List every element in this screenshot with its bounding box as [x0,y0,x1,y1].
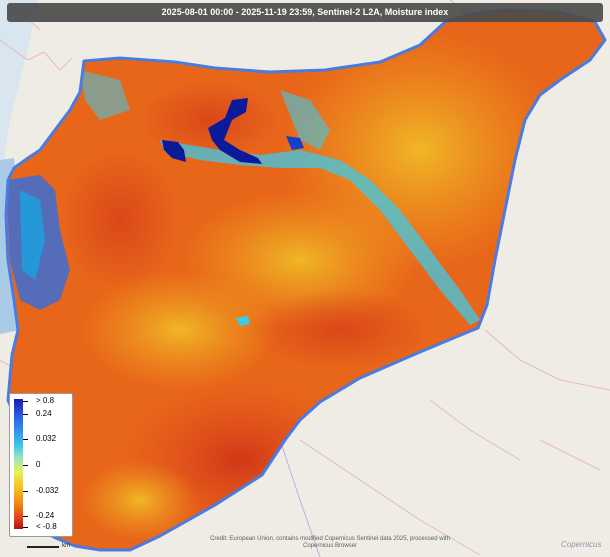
copernicus-logo: Copernicus [561,540,602,549]
legend-tick [23,414,28,415]
legend-tick [23,491,28,492]
scale-bar: km [27,543,75,551]
map-title: 2025-08-01 00:00 - 2025-11-19 23:59, Sen… [7,3,603,22]
legend-label-max: > 0.8 [36,396,55,405]
legend-color-ramp [14,399,23,529]
legend-label-neg0032: -0.032 [36,486,59,495]
legend-label-024: 0.24 [36,409,52,418]
legend-label-zero: 0 [36,460,41,469]
legend-tick [23,516,28,517]
attribution-text: Credit: European Union, contains modifie… [210,536,450,549]
legend-tick [23,465,28,466]
legend-tick [23,527,28,528]
scale-label: km [62,543,70,549]
legend-tick [23,401,28,402]
legend-panel: > 0.8 0.24 0.032 0 -0.032 -0.24 < -0.8 [9,393,73,537]
legend-label-0032: 0.032 [36,434,57,443]
legend-label-min: < -0.8 [36,522,57,531]
legend-label-neg024: -0.24 [36,511,55,520]
map-view[interactable]: 2025-08-01 00:00 - 2025-11-19 23:59, Sen… [0,0,610,557]
legend-tick [23,439,28,440]
map-canvas[interactable] [0,0,610,557]
scale-bar-line [27,546,59,548]
